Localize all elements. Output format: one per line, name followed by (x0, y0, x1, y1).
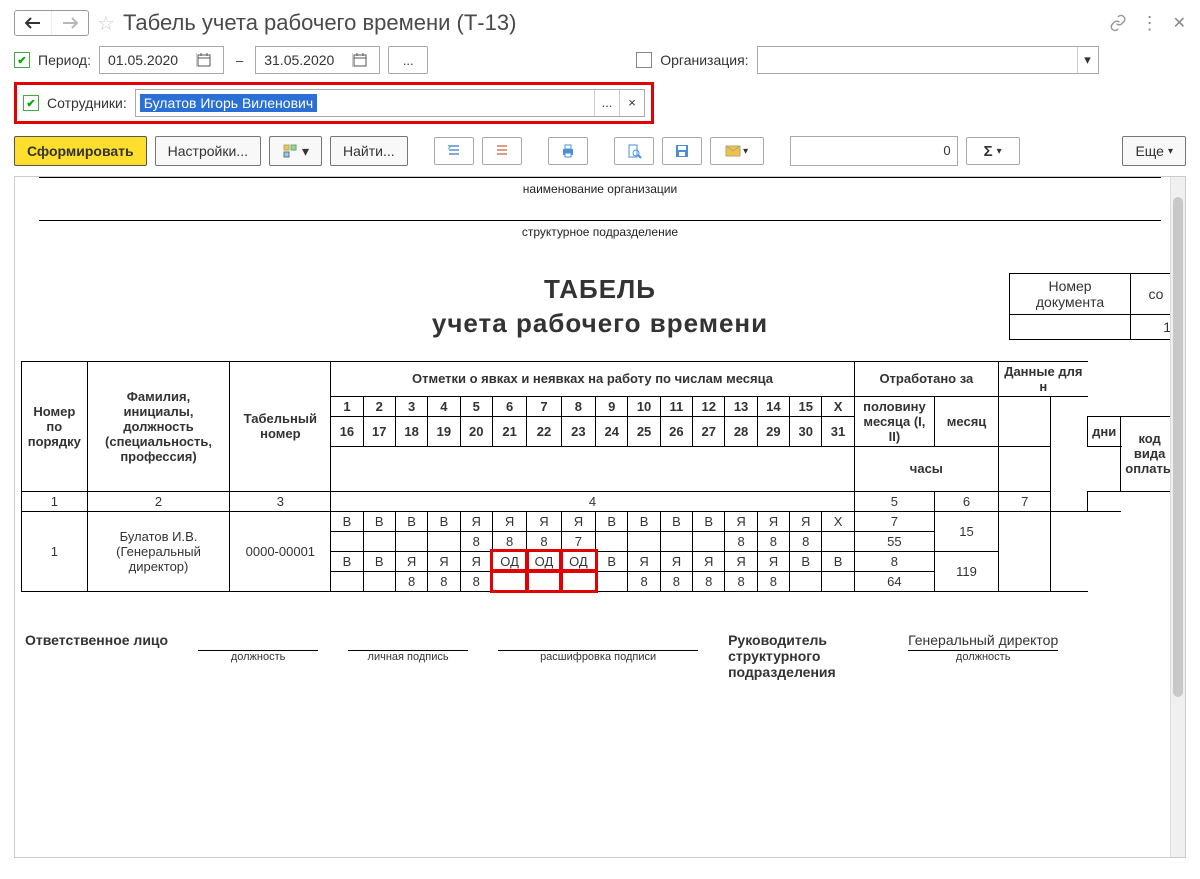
star-icon[interactable]: ☆ (97, 11, 115, 36)
responsible-label: Ответственное лицо (25, 632, 168, 648)
period-more-button[interactable]: ... (388, 46, 428, 74)
more-button[interactable]: Еще▾ (1122, 136, 1186, 166)
expand-all-button[interactable] (434, 137, 474, 165)
report-area: наименование организации структурное под… (14, 176, 1186, 858)
org-label: Организация: (660, 52, 748, 68)
back-button[interactable] (15, 11, 51, 35)
employee-clear-button[interactable]: × (619, 90, 644, 116)
calendar-icon[interactable] (352, 53, 379, 67)
preview-button[interactable] (614, 137, 654, 165)
menu-dots-icon[interactable]: ⋮ (1141, 13, 1159, 34)
collapse-all-button[interactable] (482, 137, 522, 165)
email-button[interactable]: ▾ (710, 137, 764, 165)
employee-value: Булатов Игорь Виленович (140, 94, 317, 112)
org-checkbox[interactable] (636, 52, 652, 68)
date-to-input[interactable]: 31.05.2020 (255, 46, 380, 74)
settings-button[interactable]: Настройки... (155, 136, 261, 166)
employee-checkbox[interactable]: ✔ (23, 95, 39, 111)
page-title: Табель учета рабочего времени (Т-13) (123, 10, 516, 36)
document-title: ТАБЕЛЬ учета рабочего времени (19, 273, 1181, 341)
employee-select-button[interactable]: ... (594, 90, 619, 116)
employee-input[interactable]: Булатов Игорь Виленович ... × (135, 89, 645, 117)
nav-back-forward[interactable] (14, 10, 89, 36)
generate-button[interactable]: Сформировать (14, 136, 147, 166)
forward-button[interactable] (51, 11, 88, 35)
employee-filter-highlight: ✔ Сотрудники: Булатов Игорь Виленович ..… (14, 82, 654, 124)
head-label: Руководитель структурного подразделения (728, 632, 878, 680)
calendar-icon[interactable] (196, 53, 223, 67)
print-button[interactable] (548, 137, 588, 165)
dept-caption: структурное подразделение (19, 221, 1181, 243)
date-from-input[interactable]: 01.05.2020 (99, 46, 224, 74)
close-icon[interactable]: ✕ (1173, 13, 1186, 33)
employee-label: Сотрудники: (47, 95, 127, 111)
period-checkbox[interactable]: ✔ (14, 52, 30, 68)
save-button[interactable] (662, 137, 702, 165)
dash: – (232, 53, 247, 68)
org-input[interactable]: ▾ (757, 46, 1099, 74)
period-label: Период: (38, 52, 91, 68)
vertical-scrollbar[interactable] (1170, 177, 1185, 857)
find-button[interactable]: Найти... (330, 136, 408, 166)
doc-number-box: Номер документасо 1 (1009, 273, 1181, 340)
timesheet-table: Номер по порядку Фамилия, инициалы, долж… (21, 361, 1179, 592)
chevron-down-icon[interactable]: ▾ (1077, 47, 1098, 73)
numeric-input[interactable]: 0 (790, 136, 958, 166)
org-name-caption: наименование организации (19, 178, 1181, 200)
link-icon[interactable] (1109, 14, 1127, 32)
sum-button[interactable]: Σ▾ (966, 137, 1020, 165)
variants-button[interactable]: ▾ (269, 136, 322, 166)
